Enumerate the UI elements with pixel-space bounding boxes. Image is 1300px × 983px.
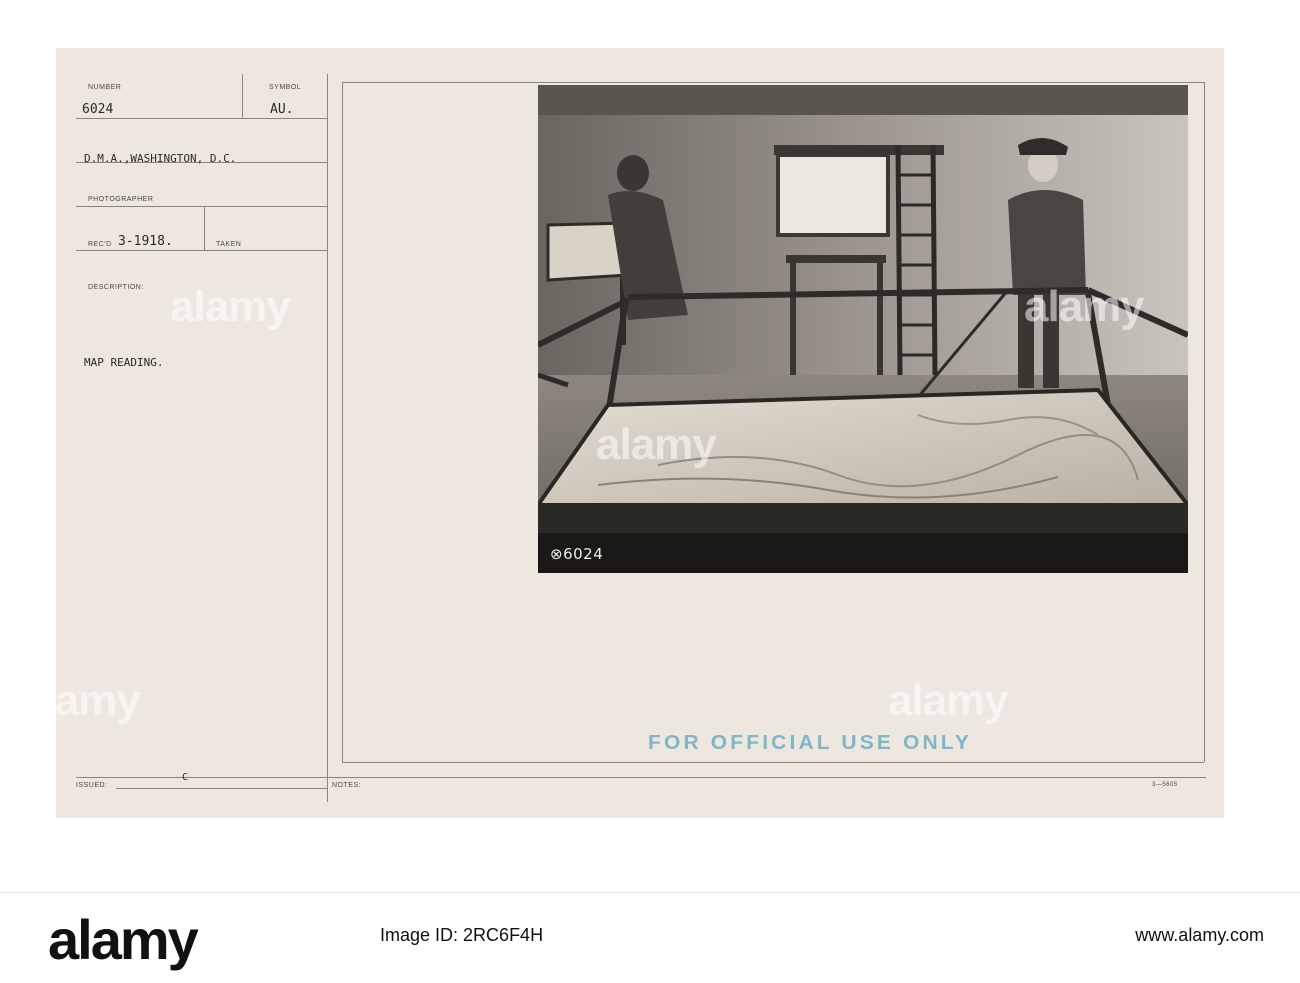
watermark-bottom-left: alamy bbox=[20, 676, 141, 725]
notes-label: NOTES: bbox=[332, 782, 362, 789]
number-value: 6024 bbox=[82, 102, 114, 117]
symbol-value: AU. bbox=[270, 102, 294, 117]
issued-line bbox=[116, 788, 328, 789]
symbol-divider bbox=[242, 74, 243, 118]
footer-banner: alamy Image ID: 2RC6F4H www.alamy.com bbox=[0, 892, 1300, 983]
footer-logo[interactable]: alamy bbox=[48, 907, 199, 972]
photo-frame-right bbox=[1204, 82, 1205, 762]
header-rule-3 bbox=[76, 206, 328, 207]
taken-divider bbox=[204, 206, 205, 250]
photographer-label: PHOTOGRAPHER bbox=[88, 196, 154, 203]
source-agency: D.M.A.,WASHINGTON, D.C. bbox=[84, 152, 237, 165]
issued-mark: C bbox=[182, 772, 189, 783]
image-id-label: Image ID: bbox=[380, 925, 459, 945]
photo-frame-top bbox=[342, 82, 1204, 83]
form-code: 3—5605 bbox=[1152, 782, 1178, 788]
watermark-left: alamy bbox=[170, 282, 291, 331]
header-rule-1 bbox=[76, 118, 328, 119]
image-id-value: 2RC6F4H bbox=[463, 925, 544, 945]
watermark-bottom-right: alamy bbox=[888, 676, 1009, 725]
recd-value: 3-1918. bbox=[118, 234, 173, 249]
footer-image-id: Image ID: 2RC6F4H bbox=[380, 925, 543, 946]
photo-frame-left bbox=[342, 82, 343, 762]
description-value: MAP READING. bbox=[84, 356, 164, 369]
recd-label: REC'D bbox=[88, 241, 112, 248]
photo-frame-bottom bbox=[342, 762, 1204, 763]
left-column-divider bbox=[327, 74, 328, 802]
photo-negative-number: ⊗6024 bbox=[550, 545, 604, 563]
description-label: DESCRIPTION: bbox=[88, 284, 144, 291]
bottom-rule bbox=[76, 777, 1206, 778]
taken-label: TAKEN bbox=[216, 241, 242, 248]
watermark-photo-center: alamy bbox=[596, 420, 717, 469]
issued-label: ISSUED: bbox=[76, 782, 108, 789]
symbol-label: SYMBOL bbox=[269, 84, 302, 91]
header-rule-4 bbox=[76, 250, 328, 251]
watermark-photo-right: alamy bbox=[1024, 282, 1145, 331]
official-use-stamp: FOR OFFICIAL USE ONLY bbox=[648, 732, 973, 754]
footer-site[interactable]: www.alamy.com bbox=[1135, 925, 1264, 946]
number-label: NUMBER bbox=[88, 84, 122, 91]
